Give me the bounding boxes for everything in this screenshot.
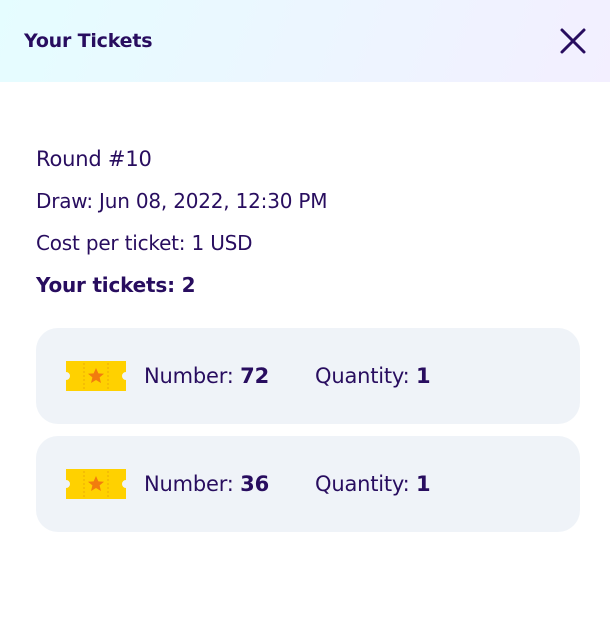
round-label: Round #10 [36, 147, 152, 171]
ticket-icon [66, 361, 126, 391]
modal-header: Your Tickets [0, 0, 610, 82]
quantity-label: Quantity: [315, 364, 410, 388]
number-label: Number: [144, 472, 234, 496]
ticket-quantity: Quantity: 1 [315, 364, 431, 388]
quantity-label: Quantity: [315, 472, 410, 496]
tickets-modal: Your Tickets Round #10 Draw: Jun 08, 202… [0, 0, 610, 642]
quantity-value: 1 [415, 364, 431, 388]
ticket-number: Number: 72 [144, 364, 315, 388]
modal-title: Your Tickets [24, 30, 153, 52]
number-label: Number: [144, 364, 234, 388]
your-tickets-count: Your tickets: 2 [36, 273, 196, 297]
ticket-row: Number: 72 Quantity: 1 [36, 328, 580, 424]
draw-date: Draw: Jun 08, 2022, 12:30 PM [36, 189, 328, 213]
modal-body: Round #10 Draw: Jun 08, 2022, 12:30 PM C… [0, 82, 610, 532]
number-value: 72 [240, 364, 269, 388]
number-value: 36 [240, 472, 269, 496]
quantity-value: 1 [415, 472, 431, 496]
ticket-row: Number: 36 Quantity: 1 [36, 436, 580, 532]
ticket-list: Number: 72 Quantity: 1 Number: 36 Quanti… [36, 328, 580, 532]
close-button[interactable] [557, 25, 589, 57]
close-icon [560, 28, 586, 54]
cost-per-ticket: Cost per ticket: 1 USD [36, 231, 253, 255]
ticket-quantity: Quantity: 1 [315, 472, 431, 496]
ticket-number: Number: 36 [144, 472, 315, 496]
ticket-icon [66, 469, 126, 499]
